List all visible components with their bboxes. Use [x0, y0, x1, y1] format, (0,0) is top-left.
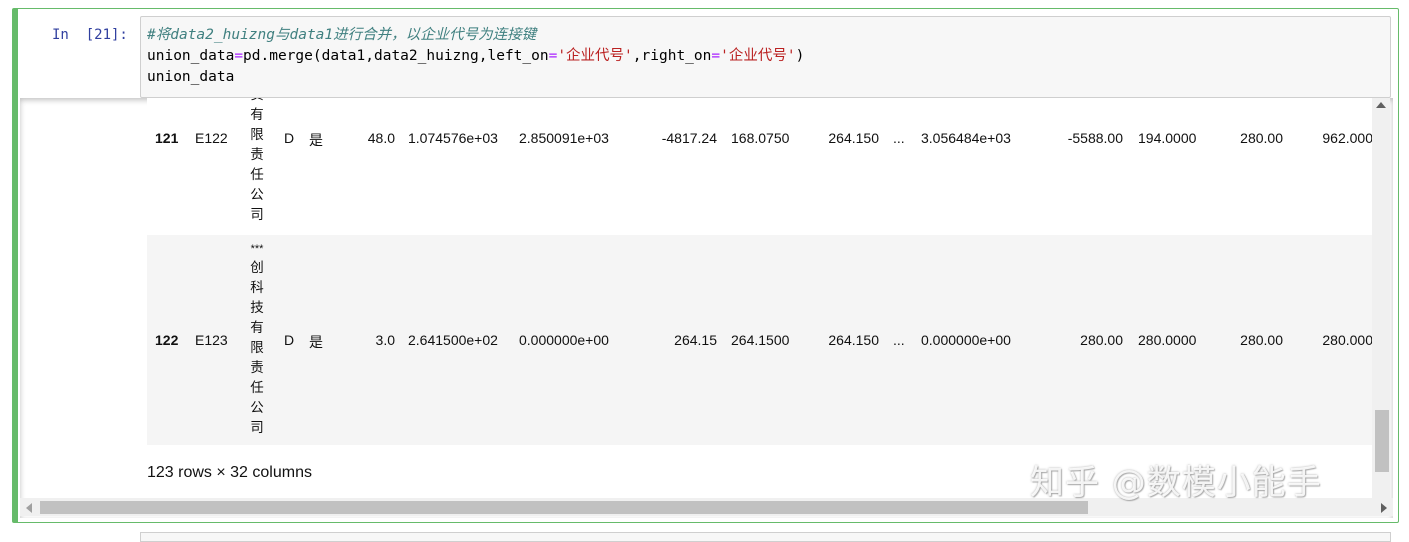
code-string: '企业代号' [557, 48, 633, 64]
cell-value: 1.074576e+03 [408, 130, 498, 146]
cell-ellipsis: ... [893, 332, 905, 348]
cell-value: 962.000 [1322, 130, 1373, 146]
name-char: 司 [250, 207, 264, 222]
vertical-scroll-thumb[interactable] [1375, 410, 1389, 472]
scroll-left-arrow-icon[interactable] [26, 503, 32, 513]
code-text: ,right_on [632, 48, 712, 64]
name-char: 责 [250, 147, 264, 162]
cell-value: 280.00 [1240, 332, 1283, 348]
cell-value: 194.0000 [1138, 130, 1197, 146]
cell-value: 2.641500e+02 [408, 332, 498, 348]
cell-company-name: 责 有 限 责 任 公 司 [248, 98, 266, 225]
name-char: *** [250, 243, 264, 255]
scroll-up-arrow-icon[interactable] [1376, 102, 1386, 108]
code-comment: #将data2_huizng与data1进行合并，以企业代号为连接键 [147, 27, 537, 43]
dataframe-shape: 123 rows × 32 columns [147, 464, 312, 481]
selected-cell-bar [13, 9, 18, 522]
watermark: 知乎 @数模小能手 [1030, 463, 1322, 503]
cell-value: 3.056484e+03 [921, 130, 1011, 146]
horizontal-scroll-thumb[interactable] [40, 501, 1088, 514]
code-string: '企业代号' [720, 48, 796, 64]
cell-value: 48.0 [367, 130, 395, 146]
cell-value: -4817.24 [661, 130, 717, 146]
cell-code: E122 [195, 130, 228, 146]
name-char: 限 [250, 127, 264, 142]
cell-value: -5588.00 [1067, 130, 1123, 146]
name-char: 责 [248, 98, 266, 105]
name-char: 司 [250, 420, 264, 435]
cell-value: 280.0000 [1138, 332, 1197, 348]
table-row: 122 E123 *** 创 科 技 有 限 责 任 公 司 D 是 3.0 2… [147, 235, 1373, 445]
cell-value: 168.0750 [731, 130, 790, 146]
cell-value: 264.15 [674, 332, 717, 348]
cell-value: 264.1500 [731, 332, 790, 348]
name-char: 责 [250, 360, 264, 375]
name-char: 任 [250, 380, 264, 395]
cell-value: 280.00 [1080, 332, 1123, 348]
code-text: ) [795, 48, 805, 64]
name-char: 技 [250, 300, 264, 315]
cell-rating: D [284, 130, 295, 146]
cell-value: 0.000000e+00 [921, 332, 1011, 348]
row-index: 122 [155, 332, 179, 348]
name-char: 公 [250, 400, 264, 415]
cell-flag: 是 [309, 334, 323, 350]
scroll-right-arrow-icon[interactable] [1381, 503, 1387, 513]
name-char: 限 [250, 340, 264, 355]
cell-value: 264.150 [828, 332, 879, 348]
next-code-cell[interactable] [140, 532, 1391, 542]
code-line: union_data [147, 69, 235, 85]
code-input-area[interactable]: #将data2_huizng与data1进行合并，以企业代号为连接键 union… [140, 16, 1391, 98]
name-char: 有 [250, 320, 264, 335]
cell-value: 3.0 [375, 332, 395, 348]
cell-rating: D [284, 332, 295, 348]
cell-ellipsis: ... [893, 130, 905, 146]
name-char: 有 [250, 107, 264, 122]
cell-value: 280.00 [1240, 130, 1283, 146]
row-index: 121 [155, 130, 179, 146]
code-operator: = [234, 48, 244, 64]
code-editor[interactable]: #将data2_huizng与data1进行合并，以企业代号为连接键 union… [147, 25, 804, 88]
code-operator: = [711, 48, 721, 64]
cell-value: 280.000 [1322, 332, 1373, 348]
name-char: 任 [250, 167, 264, 182]
cell-value: 0.000000e+00 [519, 332, 609, 348]
vertical-scrollbar[interactable] [1372, 98, 1390, 498]
table-row: 121 E122 责 有 限 责 任 公 司 D 是 48.0 1.074576… [147, 98, 1373, 233]
name-char: 公 [250, 187, 264, 202]
code-var: union_data [147, 48, 235, 64]
code-call: pd.merge(data1,data2_huizng,left_on [243, 48, 549, 64]
cell-flag: 是 [309, 132, 323, 148]
cell-code: E123 [195, 332, 228, 348]
name-char: 科 [250, 280, 264, 295]
cell-value: 264.150 [828, 130, 879, 146]
cell-company-name: *** 创 科 技 有 限 责 任 公 司 [248, 240, 266, 438]
cell-value: 2.850091e+03 [519, 130, 609, 146]
input-prompt: In [21]: [52, 27, 128, 43]
name-char: 创 [250, 260, 264, 275]
